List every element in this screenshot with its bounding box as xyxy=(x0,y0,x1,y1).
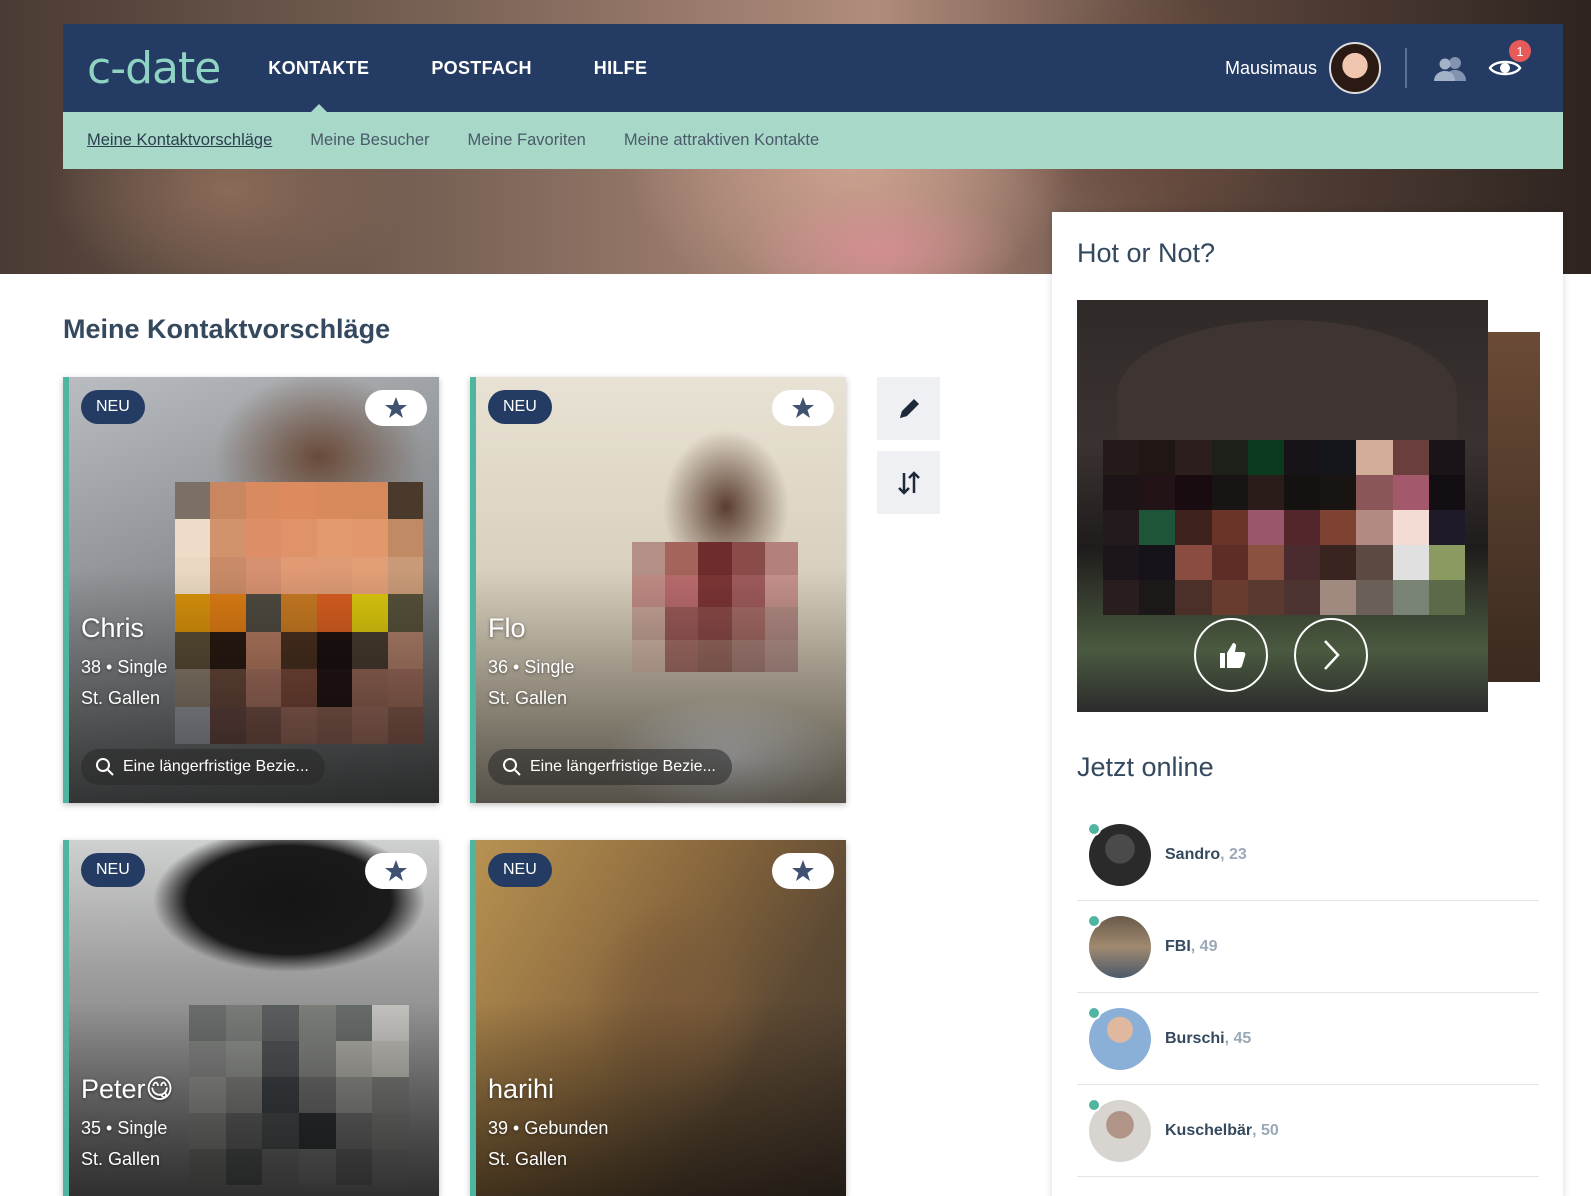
divider xyxy=(1405,48,1407,88)
online-user-row[interactable]: Burschi, 45 xyxy=(1077,993,1539,1085)
side-panel: Hot or Not? Jetzt online Sandro, 23 FBI,… xyxy=(1052,212,1563,1196)
contact-card[interactable]: NEU Peter😋 35 • Single St. Gallen xyxy=(63,840,439,1196)
contacts-icon[interactable] xyxy=(1431,48,1471,88)
contact-city: St. Gallen xyxy=(81,688,161,708)
visitors-eye-icon[interactable]: 1 xyxy=(1485,40,1531,88)
online-user-age: , 23 xyxy=(1220,845,1247,863)
username[interactable]: Mausimaus xyxy=(1225,58,1317,79)
favorite-star-button[interactable] xyxy=(772,390,834,426)
new-badge: NEU xyxy=(81,853,145,887)
online-user-age: , 45 xyxy=(1224,1029,1252,1047)
contact-city: St. Gallen xyxy=(81,1149,161,1169)
next-button[interactable] xyxy=(1294,618,1368,692)
sort-button[interactable] xyxy=(877,451,940,514)
contact-card[interactable]: NEU harihi 39 • Gebunden St. Gallen xyxy=(470,840,846,1196)
contact-name: Flo xyxy=(488,613,526,643)
subnav-besucher[interactable]: Meine Besucher xyxy=(310,131,429,150)
new-badge: NEU xyxy=(488,390,552,424)
search-intent-text: Eine längerfristige Bezie... xyxy=(123,758,309,775)
online-user-avatar xyxy=(1087,913,1151,978)
hot-or-not-photo[interactable] xyxy=(1077,300,1488,712)
contact-name: Peter😋 xyxy=(81,1074,174,1104)
photo-shade xyxy=(476,377,846,803)
star-icon xyxy=(385,860,407,881)
online-user-name: Burschi xyxy=(1165,1029,1225,1047)
online-user-age: , 50 xyxy=(1252,1121,1279,1139)
star-icon xyxy=(792,860,814,881)
top-navigation: c-date KONTAKTE POSTFACH HILFE Mausimaus… xyxy=(63,24,1563,112)
online-user-name: FBI xyxy=(1165,937,1191,955)
contact-meta: 38 • Single xyxy=(81,657,168,677)
contact-meta: 39 • Gebunden xyxy=(488,1118,609,1138)
edit-button[interactable] xyxy=(877,377,940,440)
new-badge: NEU xyxy=(488,853,552,887)
contact-name: harihi xyxy=(488,1074,555,1104)
search-intent-text: Eine längerfristige Bezie... xyxy=(530,758,716,775)
sort-arrows-icon xyxy=(897,470,920,495)
contact-meta: 35 • Single xyxy=(81,1118,168,1138)
online-user-avatar xyxy=(1087,1005,1151,1070)
nav-postfach[interactable]: POSTFACH xyxy=(431,24,531,112)
search-icon xyxy=(503,758,521,776)
chevron-right-icon xyxy=(1324,640,1340,670)
subnav-attraktive-kontakte[interactable]: Meine attraktiven Kontakte xyxy=(624,131,819,150)
online-user-row[interactable]: Sandro, 23 xyxy=(1077,809,1539,901)
contact-card[interactable]: NEU Flo 36 • Single St. Gallen Eine läng… xyxy=(470,377,846,803)
notification-badge: 1 xyxy=(1509,40,1531,62)
contact-meta: 36 • Single xyxy=(488,657,575,677)
sub-navigation: Meine Kontaktvorschläge Meine Besucher M… xyxy=(63,112,1563,169)
online-user-row[interactable]: Kuschelbär, 50 xyxy=(1077,1085,1539,1177)
favorite-star-button[interactable] xyxy=(365,853,427,889)
online-status-dot xyxy=(1087,913,1101,928)
online-user-avatar xyxy=(1087,821,1151,886)
nav-hilfe[interactable]: HILFE xyxy=(594,24,648,112)
photo-shade xyxy=(69,377,439,803)
new-badge: NEU xyxy=(81,390,145,424)
favorite-star-button[interactable] xyxy=(365,390,427,426)
pixelated-face xyxy=(1103,440,1465,615)
user-area: Mausimaus 1 xyxy=(1225,24,1539,112)
hot-or-not-title: Hot or Not? xyxy=(1077,238,1216,268)
contact-city: St. Gallen xyxy=(488,1149,568,1169)
search-intent-pill: Eine längerfristige Bezie... xyxy=(81,749,325,785)
online-user-avatar xyxy=(1087,1097,1151,1162)
star-icon xyxy=(792,397,814,418)
online-user-age: , 49 xyxy=(1190,937,1218,955)
contact-card[interactable]: NEU Chris 38 • Single St. Gallen Eine lä… xyxy=(63,377,439,803)
thumbs-up-icon xyxy=(1220,643,1246,668)
search-intent-pill: Eine längerfristige Bezie... xyxy=(488,749,732,785)
user-avatar[interactable] xyxy=(1329,42,1381,94)
photo-shade xyxy=(69,840,439,1196)
online-user-name: Kuschelbär xyxy=(1165,1121,1253,1139)
online-status-dot xyxy=(1087,821,1101,836)
contact-name: Chris xyxy=(81,613,145,643)
subnav-kontaktvorschlaege[interactable]: Meine Kontaktvorschläge xyxy=(87,131,272,150)
pencil-icon xyxy=(899,398,919,418)
online-title: Jetzt online xyxy=(1077,752,1214,782)
star-icon xyxy=(385,397,407,418)
nav-kontakte[interactable]: KONTAKTE xyxy=(268,24,369,112)
photo-shade xyxy=(476,840,846,1196)
online-user-row[interactable]: FBI, 49 xyxy=(1077,901,1539,993)
page-title: Meine Kontaktvorschläge xyxy=(63,314,391,344)
online-status-dot xyxy=(1087,1097,1101,1112)
like-button[interactable] xyxy=(1194,618,1268,692)
logo[interactable]: c-date xyxy=(87,43,221,94)
contact-city: St. Gallen xyxy=(488,688,568,708)
next-photo-preview xyxy=(1488,332,1540,682)
subnav-favoriten[interactable]: Meine Favoriten xyxy=(468,131,586,150)
online-status-dot xyxy=(1087,1005,1101,1020)
favorite-star-button[interactable] xyxy=(772,853,834,889)
online-user-name: Sandro xyxy=(1165,845,1221,863)
search-icon xyxy=(96,758,114,776)
